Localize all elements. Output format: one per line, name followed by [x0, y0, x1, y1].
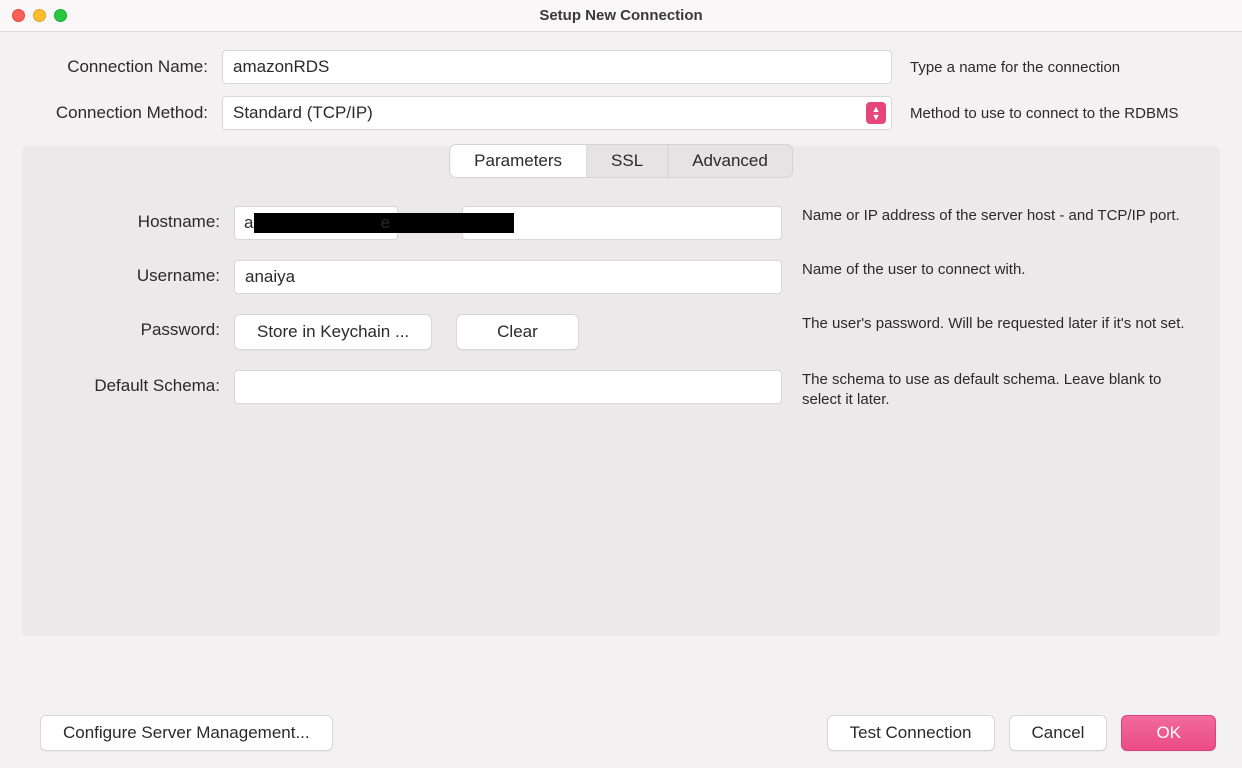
username-row: Username: Name of the user to connect wi… — [48, 260, 1194, 294]
traffic-lights — [0, 9, 67, 22]
password-hint: The user's password. Will be requested l… — [782, 314, 1194, 334]
username-label: Username: — [48, 260, 234, 286]
password-label: Password: — [48, 314, 234, 340]
default-schema-row: Default Schema: The schema to use as def… — [48, 370, 1194, 411]
connection-method-hint: Method to use to connect to the RDBMS — [892, 105, 1220, 122]
default-schema-label: Default Schema: — [48, 370, 234, 396]
minimize-window-icon[interactable] — [33, 9, 46, 22]
hostname-row: Hostname: a e Port: Name or IP address o… — [48, 206, 1194, 240]
connection-name-row: Connection Name: Type a name for the con… — [22, 50, 1220, 84]
cancel-button[interactable]: Cancel — [1009, 715, 1108, 751]
configure-server-management-button[interactable]: Configure Server Management... — [40, 715, 333, 751]
footer: Configure Server Management... Test Conn… — [0, 698, 1242, 768]
tab-ssl[interactable]: SSL — [587, 145, 668, 177]
hostname-label: Hostname: — [48, 206, 234, 232]
connection-method-row: Connection Method: Standard (TCP/IP) Met… — [22, 96, 1220, 130]
titlebar: Setup New Connection — [0, 0, 1242, 32]
username-input[interactable] — [234, 260, 782, 294]
connection-name-label: Connection Name: — [22, 57, 222, 77]
maximize-window-icon[interactable] — [54, 9, 67, 22]
connection-name-hint: Type a name for the connection — [892, 59, 1220, 76]
ok-button[interactable]: OK — [1121, 715, 1216, 751]
connection-method-select[interactable]: Standard (TCP/IP) — [222, 96, 892, 130]
username-hint: Name of the user to connect with. — [782, 260, 1194, 280]
tab-advanced[interactable]: Advanced — [668, 145, 792, 177]
clear-password-button[interactable]: Clear — [456, 314, 579, 350]
connection-name-input[interactable] — [222, 50, 892, 84]
select-arrows-icon[interactable] — [866, 102, 886, 124]
hostname-hint: Name or IP address of the server host - … — [782, 206, 1194, 226]
parameters-panel: Parameters SSL Advanced Hostname: a e Po… — [22, 146, 1220, 636]
default-schema-hint: The schema to use as default schema. Lea… — [782, 370, 1194, 411]
tab-bar: Parameters SSL Advanced — [449, 144, 793, 178]
connection-method-label: Connection Method: — [22, 103, 222, 123]
default-schema-input[interactable] — [234, 370, 782, 404]
store-in-keychain-button[interactable]: Store in Keychain ... — [234, 314, 432, 350]
tab-parameters[interactable]: Parameters — [450, 145, 587, 177]
password-row: Password: Store in Keychain ... Clear Th… — [48, 314, 1194, 350]
window-title: Setup New Connection — [0, 7, 1242, 24]
test-connection-button[interactable]: Test Connection — [827, 715, 995, 751]
close-window-icon[interactable] — [12, 9, 25, 22]
